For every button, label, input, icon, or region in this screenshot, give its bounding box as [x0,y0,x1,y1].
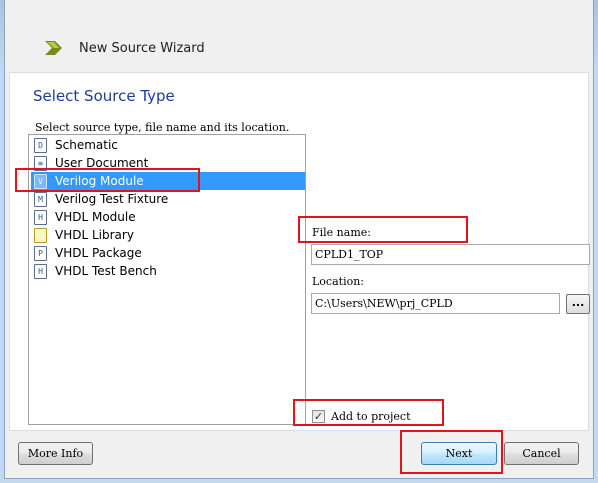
cancel-button[interactable]: Cancel [504,442,579,465]
list-item-vhdl-test-bench[interactable]: H VHDL Test Bench [31,262,305,280]
list-item-label: User Document [55,156,149,170]
wizard-header [5,0,593,72]
next-button[interactable]: Next [421,442,497,465]
list-item-vhdl-package[interactable]: P VHDL Package [31,244,305,262]
vhdl-package-icon: P [34,245,47,261]
list-item-vhdl-module[interactable]: H VHDL Module [31,208,305,226]
list-item-label: VHDL Library [55,228,134,242]
list-item-vhdl-library[interactable]: VHDL Library [31,226,305,244]
list-item-label: Verilog Module [55,174,144,188]
list-item-label: VHDL Test Bench [55,264,157,278]
schematic-icon: D [34,137,47,153]
wizard-title: New Source Wizard [79,41,205,56]
list-item-user-document[interactable]: ≡ User Document [31,154,305,172]
verilog-test-fixture-icon: M [34,191,47,207]
section-title: Select Source Type [33,87,175,105]
instruction-text: Select source type, file name and its lo… [35,121,290,134]
list-item-label: Schematic [55,138,118,152]
wizard-arrow-icon [45,41,62,55]
file-name-input[interactable]: CPLD1_TOP [311,244,590,265]
checkmark-icon: ✓ [313,410,324,423]
list-item-label: VHDL Module [55,210,136,224]
add-to-project-label: Add to project [331,410,411,423]
list-item-label: VHDL Package [55,246,142,260]
vhdl-library-icon [34,227,47,243]
file-name-label: File name: [312,226,371,239]
location-input[interactable]: C:\Users\NEW\prj_CPLD [311,293,560,314]
add-to-project-checkbox[interactable]: ✓ [312,410,325,423]
list-item-label: Verilog Test Fixture [55,192,169,206]
list-item-verilog-test-fixture[interactable]: M Verilog Test Fixture [31,190,305,208]
browse-button[interactable]: ... [566,294,590,314]
document-icon: ≡ [34,155,47,171]
location-label: Location: [312,275,364,288]
verilog-module-icon: V [34,173,47,189]
more-info-button[interactable]: More Info [18,442,93,465]
source-type-list[interactable]: D Schematic ≡ User Document V Verilog Mo… [28,134,306,425]
list-item-schematic[interactable]: D Schematic [31,136,305,154]
vhdl-module-icon: H [34,209,47,225]
list-item-verilog-module[interactable]: V Verilog Module [31,172,305,190]
vhdl-test-bench-icon: H [34,263,47,279]
